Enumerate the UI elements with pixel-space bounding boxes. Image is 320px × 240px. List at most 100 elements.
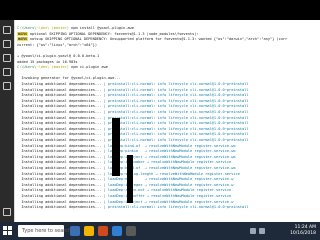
terminal-line: Installing additional dependencies... | …: [17, 149, 236, 154]
line-text: Installing additional dependencies...: [17, 98, 102, 103]
line-status: | loadDep:is-regex → resolveWithNewModul…: [101, 182, 234, 187]
line-text: optional SKIPPING OPTIONAL DEPENDENCY: f…: [27, 31, 199, 36]
file-explorer-icon[interactable]: [84, 226, 94, 236]
vscode-icon[interactable]: [112, 226, 122, 236]
terminal-line: Installing additional dependencies... | …: [17, 82, 249, 87]
line-status: | preinstall:cli-normal: info lifecycle …: [101, 87, 249, 92]
line-status: | loadDep:is-number → resolveWithNewModu…: [101, 160, 232, 165]
line-text: Installing additional dependencies...: [17, 177, 102, 182]
line-text: Installing additional dependencies...: [17, 82, 102, 86]
taskbar-search-box[interactable]: Type here to search: [18, 225, 71, 237]
taskbar: Type here to search 11:24 AM 10/16/2018: [0, 222, 320, 240]
line-text: added 15 packages in 16.983s: [17, 59, 78, 64]
warn-tag: WARN: [17, 37, 28, 42]
terminal-line: Installing additional dependencies... | …: [17, 200, 233, 205]
line-text: current: {"os":"linux","arch":"x64"}): [17, 42, 98, 47]
terminal-line: Installing additional dependencies... | …: [17, 183, 233, 188]
debug-icon[interactable]: [3, 68, 11, 76]
explorer-icon[interactable]: [3, 26, 11, 34]
command-text: npm ci-plugin awe: [68, 65, 108, 70]
line-status: | loadDep:pinkie → resolveWithNewModule …: [101, 149, 236, 154]
terminal-line: + @yoavl/ci-plugin-yoavl@ 0.0.0-beta.1: [17, 54, 99, 59]
terminal-line: C:\Users\~\dev\ (master) npm install @yo…: [17, 26, 134, 31]
terminal-line: Installing additional dependencies... | …: [17, 87, 249, 93]
line-status: | preinstall:cli-normal: info lifecycle …: [101, 82, 249, 86]
terminal-line: C:\Users\~\dev\ (master) npm ci-plugin a…: [17, 65, 108, 70]
screen: C:\Users\~\dev\ (master) npm install @yo…: [0, 0, 320, 240]
line-text: Installing additional dependencies...: [17, 143, 102, 148]
terminal-panel[interactable]: C:\Users\~\dev\ (master) npm install @yo…: [14, 20, 320, 222]
line-text: Installing additional dependencies...: [17, 132, 102, 137]
source-control-icon[interactable]: [3, 54, 11, 62]
line-status: | preinstall:cli-normal: info lifecycle …: [101, 98, 249, 103]
line-status: | loadDep:regex-not → resolveWithNewModu…: [101, 188, 232, 193]
volume-icon[interactable]: [259, 228, 265, 234]
line-status: | preinstall:cli-normal: info lifecycle …: [101, 104, 249, 109]
line-status: | preinstall:cli-normal: info lifecycle …: [101, 132, 249, 137]
redaction-block: [127, 155, 133, 203]
browser-icon[interactable]: [98, 226, 108, 236]
terminal-line: Installing additional dependencies... | …: [17, 126, 249, 132]
line-status: | loadDep:isobject → resolveWithNewModul…: [101, 199, 234, 204]
command-text: npm install @yoavl-plugin-awe: [68, 26, 134, 30]
line-text: Installing additional dependencies...: [17, 126, 102, 131]
terminal-line: Installing additional dependencies... | …: [17, 93, 249, 98]
terminal-line: Installing additional dependencies... | …: [17, 177, 233, 182]
terminal-line: Installing additional dependencies... | …: [17, 143, 236, 149]
terminal-line: Installing additional dependencies... | …: [17, 205, 249, 210]
line-text: Installing additional dependencies...: [17, 110, 102, 114]
terminal-line: WARN optional SKIPPING OPTIONAL DEPENDEN…: [17, 31, 199, 37]
prompt-user: C:\Users\: [17, 65, 37, 70]
terminal-line: Installing additional dependencies... | …: [17, 115, 249, 121]
terminal-line: Installing additional dependencies... | …: [17, 138, 249, 143]
search-placeholder: Type here to search: [22, 228, 72, 234]
gear-icon[interactable]: [3, 208, 11, 216]
line-status: | preinstall:cli-normal: info lifecycle …: [101, 110, 249, 114]
line-text: Installing additional dependencies...: [17, 182, 102, 187]
line-text: Installing additional dependencies...: [17, 104, 102, 109]
line-status: | preinstall:cli-normal: info lifecycle …: [101, 115, 249, 120]
extensions-icon[interactable]: [3, 82, 11, 90]
terminal-line: Installing additional dependencies... | …: [17, 110, 249, 115]
line-status: | loadDep:ms → resolveWithNewModule regi…: [101, 177, 234, 182]
prompt-path: ~\dev\ (master): [36, 65, 69, 70]
activity-bar: [0, 20, 14, 222]
line-text: Installing additional dependencies...: [17, 160, 102, 165]
line-status: | loadDep:kind-of → resolveWithNewModule…: [101, 143, 236, 148]
terminal-app-icon[interactable]: [126, 226, 136, 236]
line-status: | loadDep:string-length → resolveWithNew…: [101, 171, 240, 176]
search-icon[interactable]: [3, 40, 11, 48]
system-clock[interactable]: 11:24 AM 10/16/2018: [276, 225, 316, 237]
terminal-line: Installing additional dependencies... | …: [17, 98, 249, 104]
terminal-line: Installing additional dependencies... | …: [17, 132, 249, 137]
prompt-path: ~\dev\ (master): [36, 26, 69, 30]
line-text: Installing additional dependencies...: [17, 149, 102, 154]
terminal-line: Installing additional dependencies... | …: [17, 188, 231, 193]
line-status: | preinstall:cli-normal: info lifecycle …: [101, 138, 249, 142]
prompt-user: C:\Users\: [17, 26, 37, 30]
line-text: Installing additional dependencies...: [17, 154, 102, 159]
network-icon[interactable]: [250, 228, 256, 234]
line-text: Installing additional dependencies...: [17, 166, 102, 170]
terminal-line: Installing additional dependencies... | …: [17, 104, 249, 109]
line-text: Invoking generator for @yoavl/ci-plugin-…: [17, 76, 121, 81]
line-text: Installing additional dependencies...: [17, 194, 102, 198]
line-status: | preinstall:cli-normal: info lifecycle …: [101, 126, 249, 131]
clock-date: 10/16/2018: [290, 231, 316, 236]
line-status: | preinstall:cli-normal: info lifecycle …: [101, 121, 249, 126]
line-status: | preinstall:cli-normal: info lifecycle …: [101, 93, 249, 98]
line-text: Installing additional dependencies...: [17, 121, 102, 126]
line-status: | loadDep:isobject → resolveWithNewModul…: [101, 154, 236, 159]
line-text: Installing additional dependencies...: [17, 205, 102, 210]
line-text: Installing additional dependencies...: [17, 171, 102, 176]
line-status: | loadDep:is-buffer → resolveWithNewModu…: [101, 194, 232, 198]
terminal-line: WARN notsup SKIPPING OPTIONAL DEPENDENCY…: [17, 37, 287, 42]
start-button[interactable]: [3, 226, 13, 236]
terminal-line: Installing additional dependencies... | …: [17, 121, 249, 126]
line-text: Installing additional dependencies...: [17, 87, 102, 92]
redaction-block: [112, 118, 120, 176]
line-text: Installing additional dependencies...: [17, 138, 102, 142]
task-view-icon[interactable]: [70, 226, 80, 236]
line-status: | preinstall:cli-normal: info lifecycle …: [101, 205, 249, 210]
line-text: Installing additional dependencies...: [17, 115, 102, 120]
